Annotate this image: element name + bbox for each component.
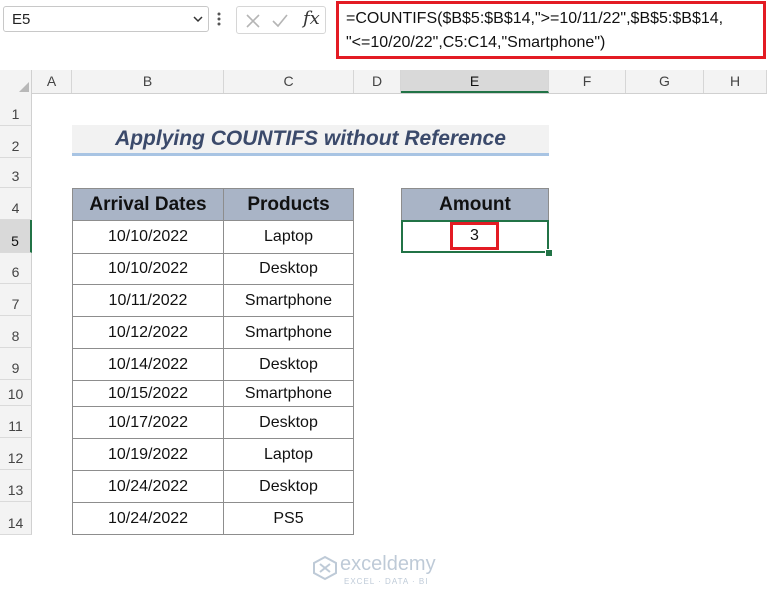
row-header-1[interactable]: 1 — [0, 94, 32, 126]
date-cell[interactable]: 10/19/2022 — [72, 438, 224, 471]
row-header-11[interactable]: 11 — [0, 406, 32, 438]
row-header-3[interactable]: 3 — [0, 158, 32, 188]
date-cell[interactable]: 10/17/2022 — [72, 406, 224, 439]
column-header-h[interactable]: H — [704, 70, 767, 93]
row-header-12[interactable]: 12 — [0, 438, 32, 470]
row-header-10[interactable]: 10 — [0, 380, 32, 406]
column-header-b[interactable]: B — [72, 70, 224, 93]
column-header-c[interactable]: C — [224, 70, 354, 93]
cancel-icon[interactable] — [245, 13, 261, 29]
row-header-5[interactable]: 5 — [0, 220, 32, 253]
formula-bar-area: E5 fx =COUNTIFS($B$5:$B$14,">=10/11/22",… — [0, 0, 767, 66]
exceldemy-logo-icon — [313, 555, 337, 581]
product-cell[interactable]: Desktop — [223, 253, 354, 285]
product-cell[interactable]: PS5 — [223, 502, 354, 535]
row-header-13[interactable]: 13 — [0, 470, 32, 502]
amount-result-value: 3 — [450, 222, 499, 250]
date-cell[interactable]: 10/15/2022 — [72, 380, 224, 407]
product-cell[interactable]: Smartphone — [223, 380, 354, 407]
row-header-9[interactable]: 9 — [0, 348, 32, 380]
row-header-4[interactable]: 4 — [0, 188, 32, 220]
worksheet-grid: A B C D E F G H 1 2 3 4 5 6 7 8 9 10 11 … — [0, 70, 767, 586]
date-cell[interactable]: 10/24/2022 — [72, 470, 224, 503]
product-cell[interactable]: Smartphone — [223, 284, 354, 317]
date-cell[interactable]: 10/12/2022 — [72, 316, 224, 349]
row-header-14[interactable]: 14 — [0, 502, 32, 535]
date-cell[interactable]: 10/10/2022 — [72, 220, 224, 254]
date-cell[interactable]: 10/11/2022 — [72, 284, 224, 317]
date-cell[interactable]: 10/24/2022 — [72, 502, 224, 535]
column-header-a[interactable]: A — [32, 70, 72, 93]
row-header-7[interactable]: 7 — [0, 284, 32, 316]
watermark: exceldemy EXCEL · DATA · BI — [312, 553, 462, 589]
formula-input[interactable]: =COUNTIFS($B$5:$B$14,">=10/11/22",$B$5:$… — [336, 1, 766, 59]
column-header-e[interactable]: E — [401, 70, 549, 93]
column-header-d[interactable]: D — [354, 70, 401, 93]
name-box-value: E5 — [12, 11, 31, 28]
formula-line-2: "<=10/20/22",C5:C14,"Smartphone") — [346, 34, 606, 51]
product-cell[interactable]: Laptop — [223, 438, 354, 471]
date-cell[interactable]: 10/14/2022 — [72, 348, 224, 381]
sheet-title: Applying COUNTIFS without Reference — [115, 127, 506, 150]
date-cell[interactable]: 10/10/2022 — [72, 253, 224, 285]
product-cell[interactable]: Desktop — [223, 348, 354, 381]
formula-line-1: =COUNTIFS($B$5:$B$14,">=10/11/22",$B$5:$… — [346, 10, 724, 27]
product-cell[interactable]: Desktop — [223, 470, 354, 503]
header-products[interactable]: Products — [223, 188, 354, 221]
product-cell[interactable]: Laptop — [223, 220, 354, 254]
product-cell[interactable]: Smartphone — [223, 316, 354, 349]
product-cell[interactable]: Desktop — [223, 406, 354, 439]
select-all-triangle-icon — [19, 82, 29, 92]
enter-check-icon[interactable] — [271, 13, 289, 29]
row-header-6[interactable]: 6 — [0, 253, 32, 284]
fill-handle[interactable] — [545, 249, 553, 257]
watermark-tagline: EXCEL · DATA · BI — [344, 577, 429, 586]
insert-function-icon[interactable]: fx — [303, 8, 320, 29]
column-header-f[interactable]: F — [549, 70, 626, 93]
name-box[interactable]: E5 — [3, 6, 209, 32]
row-header-2[interactable]: 2 — [0, 126, 32, 158]
row-header-8[interactable]: 8 — [0, 316, 32, 348]
column-header-g[interactable]: G — [626, 70, 704, 93]
column-header-row: A B C D E F G H — [0, 70, 767, 94]
sheet-title-cell[interactable]: Applying COUNTIFS without Reference — [72, 125, 549, 156]
watermark-name: exceldemy — [340, 553, 436, 575]
select-all-corner[interactable] — [0, 70, 32, 94]
chevron-down-icon[interactable] — [192, 13, 204, 25]
header-arrival-dates[interactable]: Arrival Dates — [72, 188, 224, 221]
more-options-icon[interactable] — [216, 10, 222, 28]
formula-buttons: fx — [236, 6, 326, 34]
header-amount[interactable]: Amount — [401, 188, 549, 221]
